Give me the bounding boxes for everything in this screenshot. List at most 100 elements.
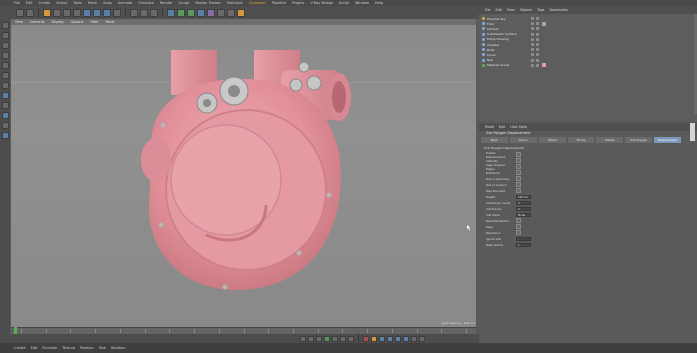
rotate-icon[interactable] [73, 8, 81, 17]
texture-mode-icon[interactable] [1, 42, 9, 49]
enable-axis-icon[interactable] [1, 92, 9, 99]
render-flag[interactable] [536, 58, 539, 62]
visibility-flag[interactable] [531, 53, 534, 57]
render-flag[interactable] [536, 22, 539, 26]
menu-item-file[interactable]: File [14, 1, 20, 5]
attribute-checkbox[interactable] [516, 224, 521, 229]
coordinate-system-icon[interactable] [113, 8, 121, 17]
live-selection-icon[interactable] [43, 8, 51, 17]
edges-mode-icon[interactable] [1, 72, 9, 79]
menu-item-select[interactable]: Select [56, 1, 67, 5]
menu-item-plugins[interactable]: Plugins [292, 1, 305, 5]
visibility-flag[interactable] [531, 48, 534, 52]
previous-frame-icon[interactable] [316, 335, 322, 342]
render-flag[interactable] [536, 37, 539, 41]
bottom-menu-position[interactable]: Position [80, 346, 94, 350]
go-to-start-icon[interactable] [300, 335, 306, 342]
viewport-menu-options[interactable]: Options [71, 20, 84, 24]
attribute-value-field[interactable]: 100 cm [516, 194, 531, 199]
tab-coord-[interactable]: Coord. [509, 137, 537, 143]
tab-object[interactable]: Object [538, 137, 566, 143]
visibility-flag[interactable] [531, 37, 534, 41]
undo-icon[interactable] [16, 8, 24, 17]
menu-item-simulate[interactable]: Simulate [138, 1, 153, 5]
material-tag-icon[interactable] [542, 21, 546, 26]
make-editable-icon[interactable] [1, 22, 9, 29]
camera-icon[interactable] [227, 8, 235, 17]
bottom-menu-texture[interactable]: Texture [62, 346, 75, 350]
timeline-settings-icon[interactable] [419, 335, 425, 342]
bottom-menu-rotation[interactable]: Rotation [111, 346, 126, 350]
object-menu-file[interactable]: File [485, 8, 491, 12]
menu-item-pipeline[interactable]: Pipeline [272, 1, 286, 5]
next-frame-icon[interactable] [332, 335, 338, 342]
menu-item-script[interactable]: Script [339, 1, 349, 5]
attribute-value-field[interactable]: 1 [516, 242, 531, 247]
render-view-icon[interactable] [130, 8, 138, 17]
attribute-value-field[interactable] [516, 236, 531, 241]
attribute-menu-user-data[interactable]: User Data [510, 125, 526, 129]
attribute-value-field[interactable]: 2 [516, 206, 531, 211]
bottom-menu-function[interactable]: Function [42, 346, 57, 350]
keyframe-selection-icon[interactable] [379, 335, 385, 342]
object-menu-bookmarks[interactable]: Bookmarks [550, 8, 568, 12]
menu-item-v-ray-bridge[interactable]: V-Ray Bridge [310, 1, 333, 5]
tab-displacement[interactable]: Displacement [654, 137, 682, 143]
render-flag[interactable] [536, 43, 539, 46]
x-axis-icon[interactable] [83, 8, 91, 17]
tab-phong[interactable]: Phong [567, 137, 595, 143]
menu-item-edit[interactable]: Edit [26, 1, 33, 5]
visibility-flag[interactable] [531, 43, 534, 46]
viewport-menu-panel[interactable]: Panel [106, 20, 115, 24]
tab-basic[interactable]: Basic [481, 137, 508, 143]
record-icon[interactable] [363, 335, 369, 342]
next-key-icon[interactable] [340, 335, 346, 342]
attribute-value-field[interactable]: Mode [516, 212, 531, 217]
render-flag[interactable] [536, 27, 539, 31]
parameter-key-icon[interactable] [411, 335, 417, 342]
visibility-flag[interactable] [531, 27, 534, 31]
move-icon[interactable] [53, 8, 61, 17]
render-flag[interactable] [536, 48, 539, 52]
menu-item-tools[interactable]: Tools [73, 1, 82, 5]
points-mode-icon[interactable] [1, 62, 9, 69]
bottom-menu-edit[interactable]: Edit [31, 346, 38, 350]
viewport-menu-display[interactable]: Display [51, 20, 63, 24]
spline-pen-icon[interactable] [177, 8, 185, 17]
menu-item-render[interactable]: Render [160, 1, 172, 5]
play-icon[interactable] [324, 335, 330, 342]
position-key-icon[interactable] [387, 335, 393, 342]
y-axis-icon[interactable] [93, 8, 101, 17]
visibility-flag[interactable] [531, 58, 534, 62]
object-menu-edit[interactable]: Edit [496, 8, 502, 12]
visibility-flag[interactable] [531, 22, 534, 26]
attribute-checkbox[interactable] [516, 158, 521, 163]
workplane-icon[interactable] [1, 52, 9, 59]
attribute-menu-edit[interactable]: Edit [499, 125, 505, 129]
viewport-menu-filter[interactable]: Filter [90, 20, 98, 24]
attribute-checkbox[interactable] [516, 218, 521, 223]
go-to-end-icon[interactable] [348, 335, 354, 342]
previous-key-icon[interactable] [308, 335, 314, 342]
render-picture-viewer-icon[interactable] [140, 8, 148, 17]
object-menu-objects[interactable]: Objects [520, 8, 532, 12]
attribute-checkbox[interactable] [516, 188, 521, 193]
render-settings-icon[interactable] [150, 8, 158, 17]
attribute-menu-mode[interactable]: Mode [485, 125, 494, 129]
visibility-flag[interactable] [531, 32, 534, 36]
environment-icon[interactable] [217, 8, 225, 17]
attribute-checkbox[interactable] [516, 176, 521, 181]
tweak-mode-icon[interactable] [1, 102, 9, 109]
cube-icon[interactable] [167, 8, 175, 17]
menu-item-help[interactable]: Help [375, 1, 383, 5]
solo-icon[interactable] [1, 132, 9, 139]
autokey-icon[interactable] [371, 335, 377, 342]
scale-key-icon[interactable] [395, 335, 401, 342]
menu-item-sculpt[interactable]: Sculpt [178, 1, 189, 5]
menu-item-motion-tracker[interactable]: Motion Tracker [195, 1, 221, 5]
object-menu-view[interactable]: View [507, 8, 515, 12]
visibility-flag[interactable] [531, 63, 534, 67]
attribute-checkbox[interactable] [516, 230, 521, 235]
snapping-icon[interactable] [1, 112, 9, 119]
tab-shader[interactable]: Shader [596, 137, 624, 143]
